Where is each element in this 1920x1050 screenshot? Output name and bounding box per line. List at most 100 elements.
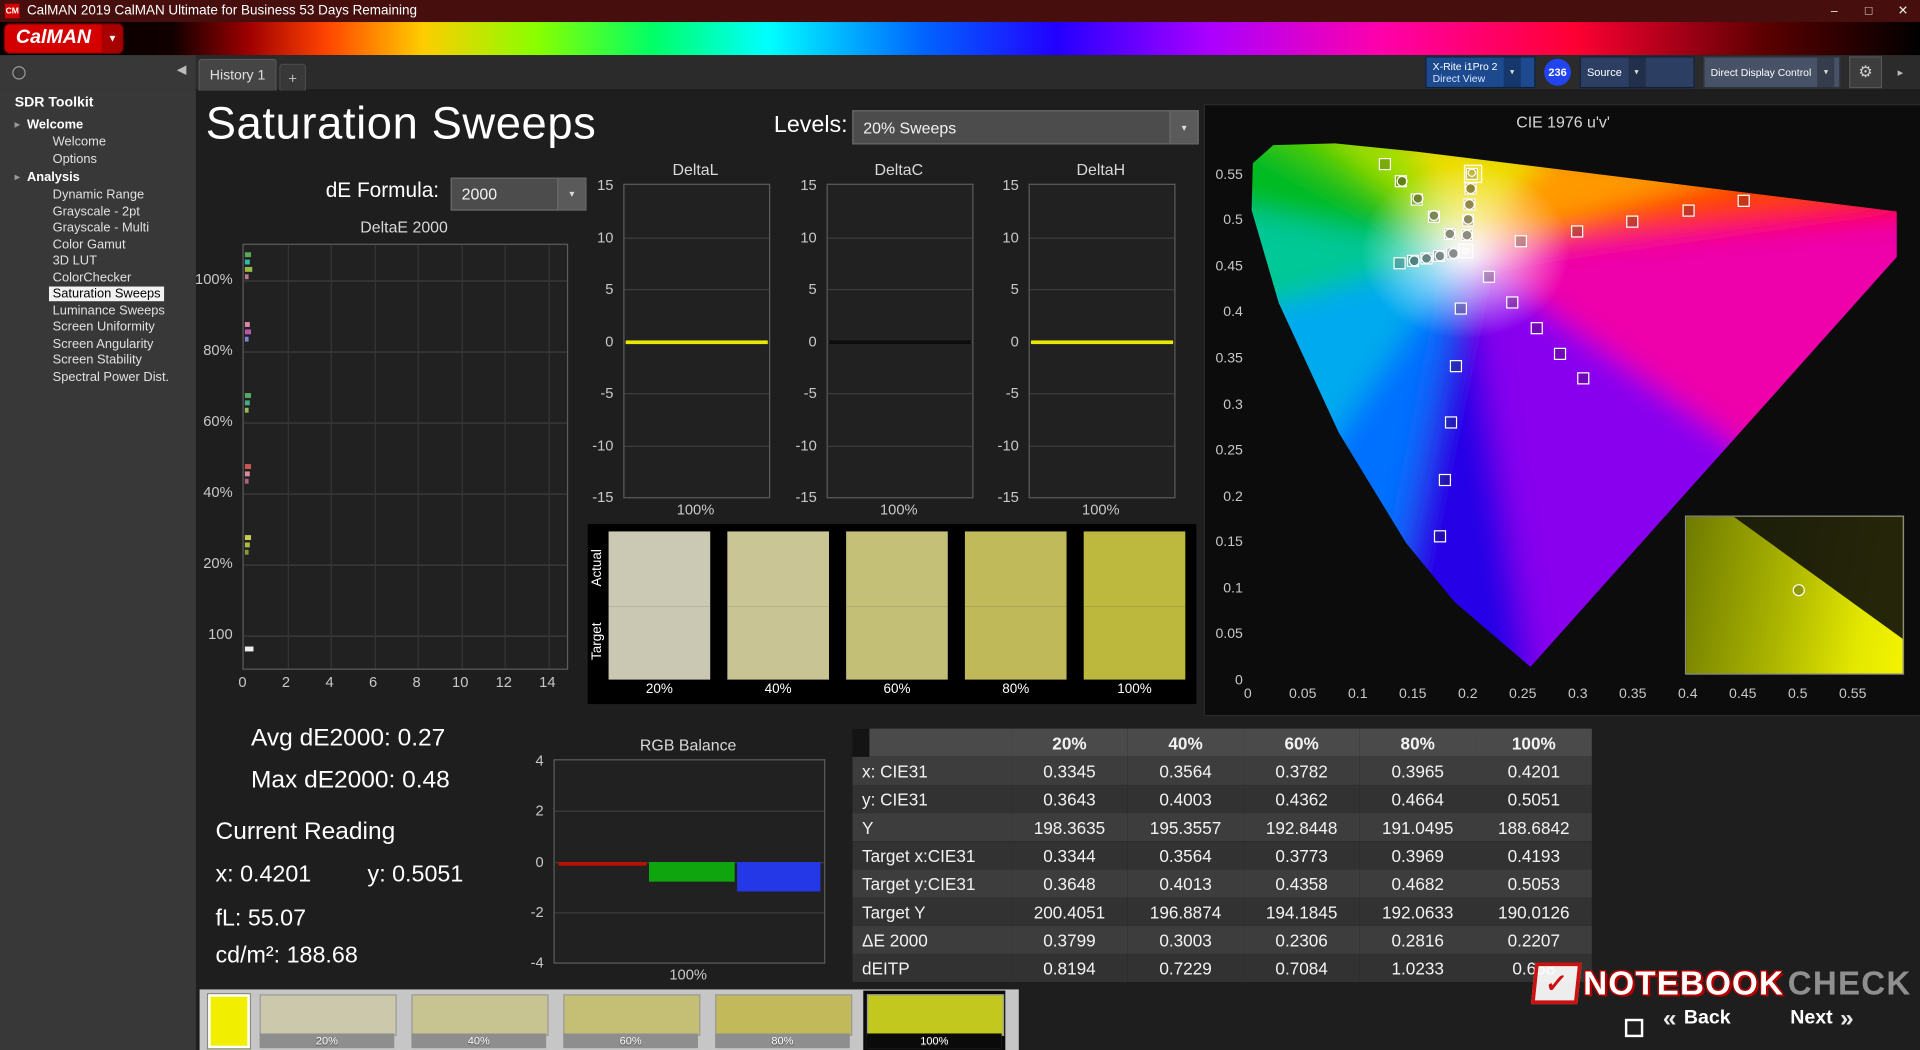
sidebar-item-screen-uniformity[interactable]: Screen Uniformity — [0, 320, 196, 337]
patch-button-100[interactable]: 100% — [863, 990, 1006, 1050]
stop-icon[interactable] — [1624, 1018, 1644, 1038]
minimize-button[interactable]: – — [1817, 0, 1851, 22]
patch-button-60[interactable]: 60% — [563, 994, 701, 1049]
table-cell: 0.8194 — [1011, 953, 1128, 983]
de-mini-bar — [244, 266, 253, 272]
cie-target-marker — [1439, 473, 1452, 486]
table-cell: 198.3635 — [1011, 813, 1128, 842]
deltaE-y-axis: 100% 80% 60% 40% 20% 100 — [181, 244, 237, 668]
deltaE-chart-title: DeltaE 2000 — [360, 217, 448, 237]
row-label: y: CIE31 — [852, 784, 1012, 814]
deltaL-chart-title: DeltaL — [672, 160, 719, 179]
axis-tick-label: 6 — [369, 673, 378, 691]
meter-dropdown[interactable]: X-Rite i1Pro 2 Direct View — [1425, 56, 1536, 89]
sidebar-item-luminance-sweeps[interactable]: Luminance Sweeps — [0, 303, 196, 320]
sidebar-section-analysis[interactable]: Analysis — [0, 168, 196, 188]
patch-button-80[interactable]: 80% — [715, 994, 853, 1049]
axis-tick-label: 15 — [1002, 176, 1019, 194]
collapse-sidebar-icon[interactable]: ◀ — [177, 64, 186, 77]
display-control-dropdown[interactable]: Direct Display Control — [1703, 56, 1841, 89]
current-reading-label: Current Reading — [215, 817, 396, 845]
sidebar-item-saturation-sweeps[interactable]: Saturation Sweeps — [0, 286, 196, 304]
swatch-level-label: 20% — [645, 682, 673, 697]
cie-measured-marker — [1463, 214, 1475, 226]
next-button[interactable]: Next » — [1790, 1007, 1853, 1031]
cie-measured-marker — [1408, 254, 1420, 266]
meter-count-badge[interactable]: 236 — [1544, 58, 1572, 86]
cie-target-marker — [1454, 302, 1467, 315]
cie-zoom-inset[interactable] — [1684, 515, 1905, 675]
sidebar-item-3d-lut[interactable]: 3D LUT — [0, 253, 196, 270]
gridline — [287, 244, 289, 669]
patch-label: 80% — [715, 1033, 850, 1049]
cie-measured-marker — [1396, 175, 1408, 187]
cie-whitepoint-marker — [1457, 243, 1473, 259]
gridline — [554, 810, 825, 813]
rgb-balance-x-label: 100% — [669, 966, 707, 984]
axis-tick-label: 0.1 — [1347, 686, 1368, 702]
rgb-bar-red — [558, 861, 647, 866]
table-cell: 190.0126 — [1475, 897, 1592, 926]
sidebar-item-label: Screen Angularity — [52, 336, 154, 351]
target-swatch — [608, 605, 711, 680]
gear-icon[interactable]: ⚙ — [1848, 56, 1883, 89]
sidebar-item-dynamic-range[interactable]: Dynamic Range — [0, 187, 196, 204]
tab-history-1[interactable]: History 1 — [198, 58, 277, 91]
levels-dropdown[interactable]: 20% Sweeps — [852, 110, 1199, 145]
sidebar-item-spectral-power-dist[interactable]: Spectral Power Dist. — [0, 369, 196, 386]
axis-tick-label: 0.2 — [1457, 686, 1478, 702]
sidebar-item-options[interactable]: Options — [0, 151, 196, 168]
current-patch-swatch[interactable] — [208, 994, 250, 1049]
de-mini-bar — [244, 329, 252, 335]
table-cell: 0.4013 — [1127, 869, 1244, 898]
axis-tick-label: -10 — [997, 436, 1019, 454]
add-tab-button[interactable]: + — [279, 63, 307, 91]
actual-swatch — [964, 531, 1067, 606]
notebookcheck-watermark: ✓ NOTEBOOK CHECK — [1530, 962, 1911, 1005]
cie-measured-marker — [1464, 198, 1476, 210]
axis-tick-label: 5 — [605, 280, 614, 298]
de-mini-bar — [244, 259, 250, 265]
patch-label: 40% — [411, 1033, 547, 1049]
sidebar-item-screen-angularity[interactable]: Screen Angularity — [0, 336, 196, 353]
table-cell: 192.0633 — [1359, 897, 1476, 926]
de-mini-bar — [244, 407, 249, 413]
table-cell: 0.3799 — [1011, 925, 1128, 954]
axis-tick-label: 0.15 — [1215, 535, 1243, 551]
expand-panel-icon[interactable]: ▸ — [1891, 58, 1911, 87]
table-cell: 200.4051 — [1011, 897, 1128, 926]
close-button[interactable]: ✕ — [1886, 0, 1920, 22]
sidebar-item-color-gamut[interactable]: Color Gamut — [0, 237, 196, 254]
table-cell: 0.5051 — [1475, 784, 1592, 814]
row-label: Y — [852, 813, 1012, 842]
deltaE-x-axis: 0 2 4 6 8 10 12 14 — [238, 673, 565, 691]
table-row: Y 198.3635 195.3557 192.8448 191.0495 188.684… — [852, 813, 1592, 842]
sidebar-item-grayscale-multi[interactable]: Grayscale - Multi — [0, 220, 196, 237]
patch-button-20[interactable]: 20% — [259, 994, 397, 1049]
calman-logo-button[interactable]: CalMAN ▼ — [4, 24, 123, 53]
patch-button-40[interactable]: 40% — [411, 994, 549, 1049]
sidebar-item-colorchecker[interactable]: ColorChecker — [0, 270, 196, 287]
source-dropdown[interactable]: Source — [1579, 56, 1695, 89]
de-formula-dropdown[interactable]: 2000 — [450, 177, 587, 211]
deltaH-chart — [1028, 183, 1176, 499]
row-label: dEITP — [852, 953, 1012, 983]
table-cell: 0.3773 — [1243, 841, 1360, 870]
table-cell: 0.3648 — [1011, 869, 1128, 898]
spectrum-banner — [0, 22, 1920, 56]
axis-tick-label: 5 — [808, 280, 817, 298]
target-swatch — [1083, 605, 1186, 680]
sidebar-item-grayscale-2pt[interactable]: Grayscale - 2pt — [0, 204, 196, 221]
sidebar-item-welcome[interactable]: Welcome — [0, 135, 196, 152]
maximize-button[interactable]: □ — [1851, 0, 1885, 22]
current-fl-reading: fL: 55.07 — [215, 906, 307, 932]
back-button[interactable]: « Back — [1663, 1007, 1731, 1031]
cie-target-marker — [1444, 416, 1457, 429]
sidebar-section-welcome[interactable]: Welcome — [0, 115, 196, 135]
cie-target-marker — [1553, 347, 1567, 360]
next-button-label: Next — [1790, 1007, 1833, 1029]
table-cell: 0.2306 — [1243, 925, 1360, 954]
cie-diagram-panel: CIE 1976 u'v' 0 0.05 0.1 0.15 0.2 0.25 0… — [1203, 104, 1920, 717]
sidebar-item-screen-stability[interactable]: Screen Stability — [0, 353, 196, 370]
gridline — [548, 244, 550, 669]
